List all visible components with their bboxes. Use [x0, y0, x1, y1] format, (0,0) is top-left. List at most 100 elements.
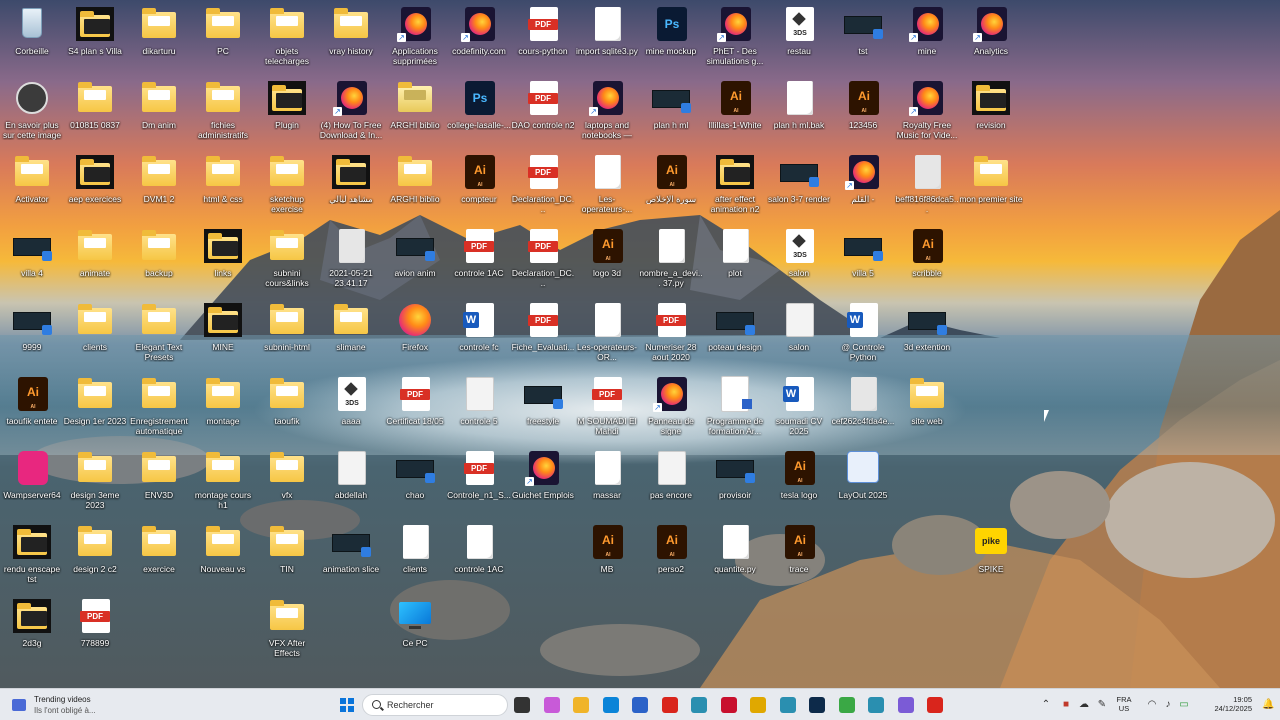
desktop-icon[interactable]: beff816f86dca5... — [895, 152, 959, 226]
desktop-icon[interactable]: site web — [895, 374, 959, 448]
desktop-icon[interactable]: PDF Fiche_Evaluati... — [511, 300, 575, 374]
search-box[interactable] — [362, 694, 508, 716]
acrobat-icon[interactable] — [661, 697, 678, 713]
desktop-icon[interactable]: avion anim — [383, 226, 447, 300]
desktop-icon[interactable]: dikarturu — [127, 4, 191, 78]
pen-icon[interactable]: ✎ — [1096, 699, 1108, 711]
desktop-icon[interactable]: DVM1 2 — [127, 152, 191, 226]
desktop-icon[interactable]: nombre_a_devi... 37.py — [639, 226, 703, 300]
desktop-icon[interactable]: quantite.py — [703, 522, 767, 596]
desktop-icon[interactable]: مشاهد ليالي — [319, 152, 383, 226]
desktop-icon[interactable]: PDF Certificat 18/05 — [383, 374, 447, 448]
file-explorer-icon[interactable] — [573, 697, 589, 713]
desktop-icon[interactable]: ↗ Analytics — [959, 4, 1023, 78]
desktop-icon[interactable]: cef262c4fda4e... — [831, 374, 895, 448]
desktop-icon[interactable]: Wampserver64 — [0, 448, 64, 522]
desktop-icon[interactable]: tst — [831, 4, 895, 78]
desktop-icon[interactable]: PDF Declaration_DC... — [511, 152, 575, 226]
task-view-icon[interactable] — [514, 697, 530, 713]
desktop-icon[interactable]: 2d3g — [0, 596, 64, 670]
desktop-icon[interactable]: provisoir — [703, 448, 767, 522]
desktop-icon[interactable]: 3DS salon — [767, 226, 831, 300]
desktop-icon[interactable]: poteau design — [703, 300, 767, 374]
volume-icon[interactable]: ♪ — [1162, 699, 1174, 711]
desktop-icon[interactable]: PDF 778899 — [63, 596, 127, 670]
desktop-icon[interactable]: animation slice — [319, 522, 383, 596]
sketchup-icon[interactable] — [720, 697, 737, 713]
search-input[interactable] — [387, 698, 499, 712]
desktop-icon[interactable]: Plugin — [255, 78, 319, 152]
desktop-icon[interactable]: montage — [191, 374, 255, 448]
desktop-icon[interactable]: MINE — [191, 300, 255, 374]
desktop-icon[interactable]: subnini cours&links — [255, 226, 319, 300]
desktop-icon[interactable]: PDF M SOUMADI El Mahdi — [575, 374, 639, 448]
desktop-icon[interactable]: abdellah — [319, 448, 383, 522]
desktop-icon[interactable]: TIN — [255, 522, 319, 596]
desktop-icon[interactable]: plan h ml.bak — [767, 78, 831, 152]
desktop-icon[interactable]: 2021-05-21 23.41.17 — [319, 226, 383, 300]
desktop-icon[interactable]: slimane — [319, 300, 383, 374]
desktop-icon[interactable]: plan h ml — [639, 78, 703, 152]
desktop-icon[interactable]: ↗ Royalty Free Music for Vide... — [895, 78, 959, 152]
desktop-icon[interactable]: PC — [191, 4, 255, 78]
desktop-icon[interactable]: ENV3D — [127, 448, 191, 522]
desktop-icon[interactable]: massar — [575, 448, 639, 522]
desktop-icon[interactable]: clients — [383, 522, 447, 596]
desktop-icon[interactable]: revision — [959, 78, 1023, 152]
desktop-icon[interactable]: ARGHI biblio — [383, 78, 447, 152]
clock[interactable]: 19:05 24/12/2025 — [1202, 695, 1252, 713]
desktop-icon[interactable]: Wsoumadi CV 2025 — [767, 374, 831, 448]
chevron-up-icon[interactable]: ⌃ — [1040, 699, 1052, 711]
desktop-icon[interactable]: aep exercices — [63, 152, 127, 226]
desktop-icon[interactable]: 9999 — [0, 300, 64, 374]
desktop-icon[interactable]: Programme de formation Ar... — [703, 374, 767, 448]
desktop-icon[interactable]: vfx — [255, 448, 319, 522]
desktop-icon[interactable]: controle 5 — [447, 374, 511, 448]
store-icon[interactable] — [632, 697, 648, 713]
desktop-icon[interactable]: Activator — [0, 152, 64, 226]
desktop-icon[interactable]: import sqlite3.py — [575, 4, 639, 78]
firefox-icon[interactable] — [897, 697, 914, 713]
tray-app-icon[interactable]: ■ — [1060, 699, 1072, 711]
desktop-icon[interactable]: after effect animation n2 — [703, 152, 767, 226]
desktop-icon[interactable]: design 3eme 2023 — [63, 448, 127, 522]
desktop-icon[interactable]: PDF Controle_n1_S... — [447, 448, 511, 522]
cloud-icon[interactable]: ☁ — [1078, 699, 1090, 711]
desktop-icon[interactable]: Ai سورة الإخلاص — [639, 152, 703, 226]
desktop-icon[interactable]: plot — [703, 226, 767, 300]
desktop-icon[interactable]: Ce PC — [383, 596, 447, 670]
edge-icon[interactable] — [602, 697, 619, 713]
desktop-icon[interactable]: animate — [63, 226, 127, 300]
desktop-icon[interactable]: PDF Numeriser 28 aout 2020 — [639, 300, 703, 374]
desktop-icon[interactable]: En savoir plus sur cette image — [0, 78, 64, 152]
desktop-icon[interactable]: exercice — [127, 522, 191, 596]
desktop-icon[interactable]: ↗ PhET - Des simulations g... — [703, 4, 767, 78]
start-button[interactable] — [337, 695, 357, 715]
desktop-icon[interactable]: Dm anim — [127, 78, 191, 152]
desktop-icon[interactable]: PDF DAO controle n2 — [511, 78, 575, 152]
desktop-icon[interactable]: Ai tesla logo — [767, 448, 831, 522]
desktop-icon[interactable]: Wcontrole fc — [447, 300, 511, 374]
desktop-icon[interactable]: html & css — [191, 152, 255, 226]
desktop-icon[interactable]: rendu enscape tst — [0, 522, 64, 596]
desktop-icon[interactable]: PDF controle 1AC — [447, 226, 511, 300]
desktop-icon[interactable]: design 2 c2 — [63, 522, 127, 596]
camtasia-icon[interactable] — [838, 697, 855, 713]
3ds-max-icon[interactable] — [691, 697, 707, 713]
desktop-icon[interactable]: subnini-html — [255, 300, 319, 374]
desktop-icon[interactable]: ↗ القلم - — [831, 152, 895, 226]
desktop-icon[interactable]: vray history — [319, 4, 383, 78]
desktop-icon[interactable]: PDF Declaration_DC... — [511, 226, 575, 300]
desktop-icon[interactable]: Ai perso2 — [639, 522, 703, 596]
desktop-icon[interactable]: backup — [127, 226, 191, 300]
desktop-icon[interactable]: VFX After Effects Compositing — [255, 596, 319, 670]
desktop-icon[interactable]: ↗ Panneau de signe — [639, 374, 703, 448]
desktop-icon[interactable]: objets telecharges — [255, 4, 319, 78]
desktop-icon[interactable]: ↗ Guichet Emplois — [511, 448, 575, 522]
desktop-icon[interactable]: clients — [63, 300, 127, 374]
desktop-icon[interactable]: Corbeille — [0, 4, 64, 78]
desktop-icon[interactable]: Elegant Text Presets — [127, 300, 191, 374]
desktop-icon[interactable]: ↗ codefinity.com — [447, 4, 511, 78]
wifi-icon[interactable]: ◠ — [1146, 699, 1158, 711]
desktop-icon[interactable]: ↗ Applications supprimées — [383, 4, 447, 78]
